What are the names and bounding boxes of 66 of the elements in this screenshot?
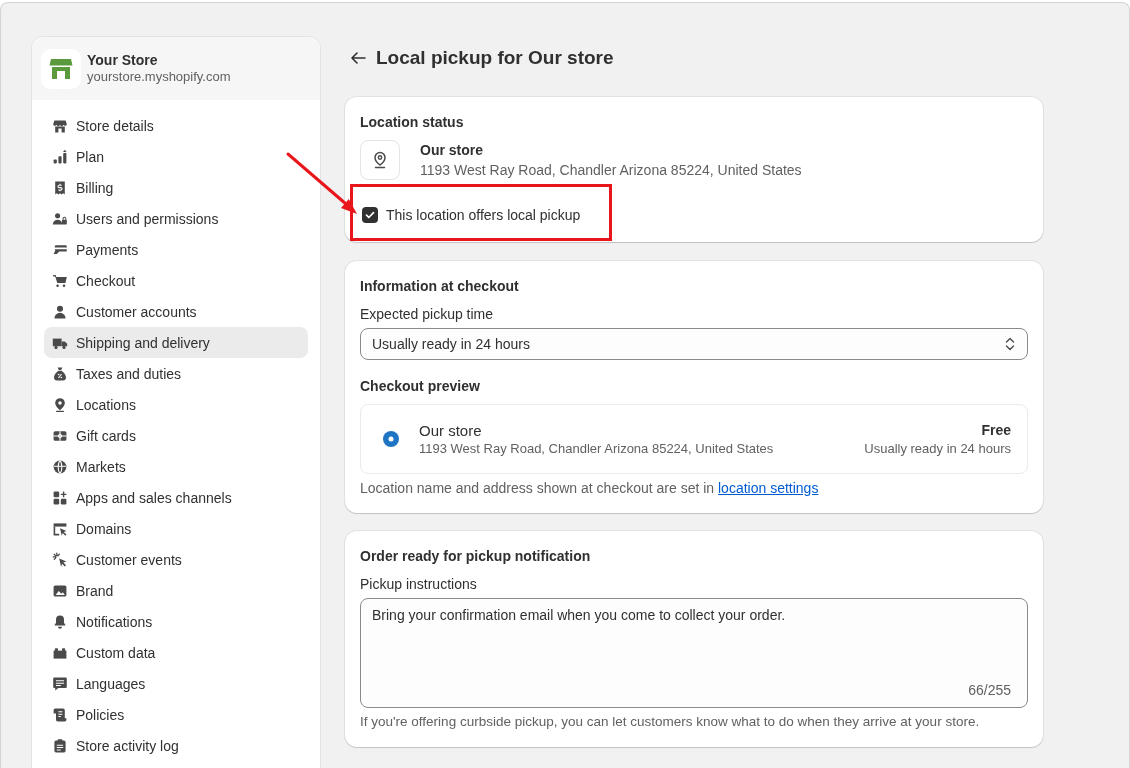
location-address: 1193 West Ray Road, Chandler Arizona 85224, United States (420, 161, 802, 180)
sidebar-item[interactable]: Payments (44, 234, 308, 265)
card-title: Order ready for pickup notification (360, 547, 592, 565)
sidebar-item[interactable]: Custom data (44, 637, 308, 668)
shipping-price: Free (981, 420, 1011, 440)
card-title: Information at checkout (360, 277, 520, 295)
pickup-time-select[interactable]: Usually ready in 24 hours (360, 328, 1028, 360)
page-title: Local pickup for Our store (376, 47, 614, 69)
bell-icon (52, 613, 68, 630)
person-icon (52, 303, 68, 320)
sidebar-item[interactable]: Plan (44, 141, 308, 172)
cursor-click-icon (52, 551, 68, 568)
sidebar-item[interactable]: Brand (44, 575, 308, 606)
chevron-up-down-icon (1003, 336, 1017, 352)
character-count: 66/255 (968, 681, 1011, 699)
radio-button[interactable] (383, 431, 399, 447)
cart-icon (52, 272, 68, 289)
sidebar-item[interactable]: Taxes and duties (44, 358, 308, 389)
section-title: Checkout preview (360, 377, 481, 395)
sidebar-item[interactable]: Checkout (44, 265, 308, 296)
browser-cursor-icon (52, 520, 68, 537)
help-text: If you're offering curbside pickup, you can let customers know what to do when they arrive at your store. (360, 713, 981, 731)
sidebar-item[interactable]: Domains (44, 513, 308, 544)
receipt-icon (52, 179, 68, 196)
instructions-field[interactable]: Bring your confirmation email when you come to collect your order. 66/255 (360, 598, 1028, 708)
image-icon (52, 582, 68, 599)
sidebar-item[interactable]: Store details (44, 110, 308, 141)
bar-chart-icon (52, 148, 68, 165)
field-label: Pickup instructions (360, 575, 478, 593)
preview-store-name: Our store (419, 420, 483, 440)
sidebar-item[interactable]: Users and permissions (44, 203, 308, 234)
sidebar-item[interactable]: Markets (44, 451, 308, 482)
store-url: yourstore.myshopify.com (87, 69, 231, 85)
sidebar-item[interactable]: Customer events (44, 544, 308, 575)
sidebar-item[interactable]: Store activity log (44, 730, 308, 761)
sidebar-item[interactable]: Notifications (44, 606, 308, 637)
checkbox[interactable] (362, 207, 378, 223)
location-pin-icon (360, 140, 400, 180)
card-title: Location status (360, 113, 465, 131)
money-bag-icon (52, 365, 68, 382)
location-pin-icon (52, 396, 68, 413)
apps-icon (52, 489, 68, 506)
sidebar-item[interactable]: Languages (44, 668, 308, 699)
preview-address: 1193 West Ray Road, Chandler Arizona 85224, United States (419, 439, 775, 458)
sidebar-item[interactable]: Apps and sales channels (44, 482, 308, 513)
users-icon (52, 210, 68, 227)
sidebar-item[interactable]: Shipping and delivery (44, 327, 308, 358)
clipboard-icon (52, 737, 68, 754)
storefront-icon (41, 48, 81, 89)
ready-time: Usually ready in 24 hours (864, 439, 1011, 458)
sidebar-item[interactable]: Billing (44, 172, 308, 203)
sidebar-item[interactable]: Policies (44, 699, 308, 730)
location-name: Our store (420, 141, 484, 160)
store-icon (52, 117, 68, 134)
store-name: Your Store (87, 52, 159, 69)
sidebar-item[interactable]: Customer accounts (44, 296, 308, 327)
back-arrow-icon[interactable] (350, 50, 366, 66)
sidebar-item[interactable]: Gift cards (44, 420, 308, 451)
speech-bubble-icon (52, 675, 68, 692)
settings-note: Location name and address shown at checkout are set in location settings (360, 479, 820, 497)
field-label: Expected pickup time (360, 305, 495, 323)
globe-icon (52, 458, 68, 475)
sidebar-item[interactable]: Locations (44, 389, 308, 420)
document-icon (52, 706, 68, 723)
location-settings-link[interactable]: location settings (718, 480, 819, 496)
checkbox-label: This location offers local pickup (386, 207, 581, 223)
